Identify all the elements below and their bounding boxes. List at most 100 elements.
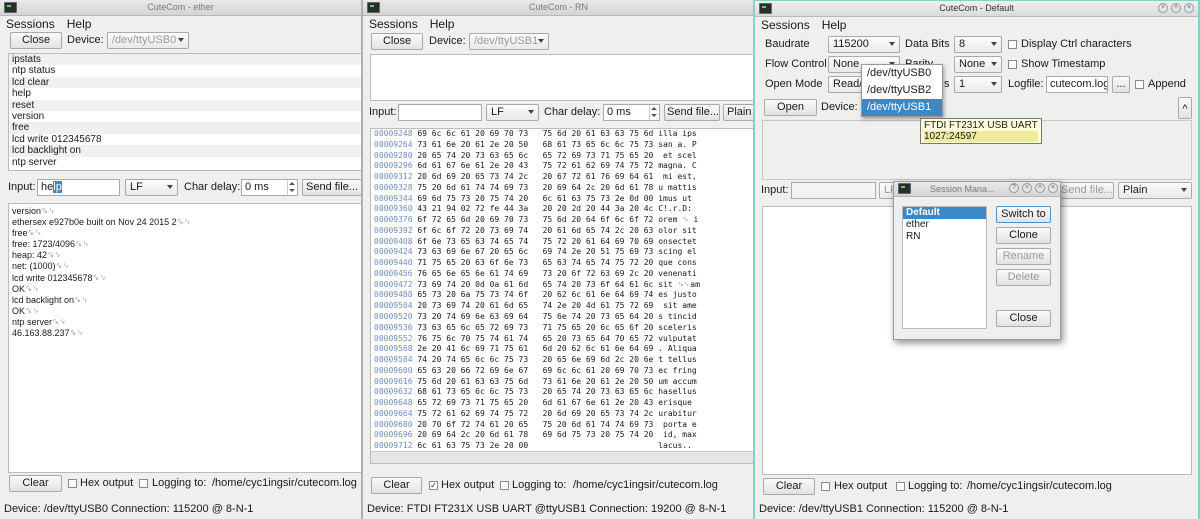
maximize-icon[interactable]: ˄ [1035, 183, 1045, 193]
command-history-list[interactable]: ipstats ntp status lcd clear help reset … [8, 53, 361, 171]
device-option-selected[interactable]: /dev/ttyUSB1 [862, 99, 942, 116]
hex-output-view[interactable]: 00009248 69 6c 6c 61 20 69 70 73 75 6d 2… [370, 128, 754, 464]
history-item[interactable]: ntp server [9, 157, 361, 168]
clone-button[interactable]: Clone [996, 227, 1051, 244]
send-file-button[interactable]: Send file... [664, 104, 720, 121]
history-item[interactable]: reset [9, 99, 361, 111]
device-combo[interactable]: /dev/ttyUSB1 [469, 33, 549, 50]
input-field[interactable] [398, 104, 482, 121]
session-item-selected[interactable]: Default [903, 207, 986, 219]
menu-sessions[interactable]: Sessions [369, 17, 418, 31]
output-terminal[interactable]: version␍␊ ethersex e927b0e built on Nov … [8, 203, 361, 473]
char-delay-spinbox[interactable]: 0 ms [241, 179, 298, 196]
history-item[interactable]: lcd clear [9, 76, 361, 89]
stop-bits-label: s [944, 78, 950, 90]
collapse-settings-button[interactable]: ^ [1178, 97, 1192, 119]
logfile-field[interactable]: cutecom.log [1046, 76, 1108, 93]
logging-to-label: Logging to: [512, 479, 567, 491]
input-field[interactable]: help [37, 179, 120, 196]
clear-button[interactable]: Clear [371, 477, 422, 494]
delete-button[interactable]: Delete [996, 269, 1051, 286]
minimize-icon[interactable]: ˅ [1158, 3, 1168, 13]
device-option[interactable]: /dev/ttyUSB2 [862, 82, 942, 99]
char-delay-spinbox[interactable]: 0 ms [603, 104, 660, 121]
clear-button[interactable]: Clear [763, 478, 815, 495]
minimize-icon[interactable]: ˅ [1022, 183, 1032, 193]
baudrate-combo[interactable]: 115200 [828, 36, 900, 53]
device-dropdown[interactable]: /dev/ttyUSB0 /dev/ttyUSB2 /dev/ttyUSB1 [861, 64, 943, 117]
menu-help[interactable]: Help [67, 17, 92, 31]
device-combo[interactable]: /dev/ttyUSB0 [107, 32, 189, 49]
chevron-down-icon [528, 110, 534, 114]
send-file-button[interactable]: Send file... [1058, 182, 1114, 199]
plain-combo[interactable]: Plain [723, 104, 754, 121]
output-line: version␍␊ [12, 206, 56, 216]
session-item[interactable]: ether [903, 219, 986, 231]
menu-help[interactable]: Help [822, 18, 847, 32]
dialog-close-button[interactable]: Close [996, 310, 1051, 327]
history-item[interactable]: version [9, 111, 361, 122]
titlebar-ether[interactable]: CuteCom - ether [0, 0, 361, 16]
char-delay-label: Char delay: [544, 106, 601, 118]
hex-row: 00009536 73 63 65 6c 65 72 69 73 71 75 6… [374, 322, 697, 332]
logging-checkbox[interactable] [139, 479, 148, 488]
menu-sessions[interactable]: Sessions [761, 18, 810, 32]
hex-row: 00009616 75 6d 20 61 63 63 75 6d 73 61 6… [374, 376, 697, 386]
history-item[interactable]: lcd backlight on [9, 145, 361, 157]
history-item[interactable]: ipstats [9, 54, 361, 66]
menubar: Sessions Help [369, 17, 463, 31]
rename-button[interactable]: Rename [996, 248, 1051, 265]
hex-row: 00009568 2e 20 41 6c 69 71 75 61 6d 20 6… [374, 344, 697, 354]
close-icon[interactable]: × [1184, 3, 1194, 13]
plain-combo[interactable]: Plain [1118, 182, 1192, 199]
session-item[interactable]: RN [903, 231, 986, 243]
output-line: heap: 42␍␊ [12, 250, 62, 261]
hex-output-checkbox[interactable] [821, 482, 830, 491]
menu-sessions[interactable]: Sessions [6, 17, 55, 31]
history-item[interactable]: ntp status [9, 65, 361, 76]
stop-bits-combo[interactable]: 1 [954, 76, 1002, 93]
history-item[interactable]: free [9, 122, 361, 134]
device-option[interactable]: /dev/ttyUSB0 [862, 65, 942, 82]
hex-row: 00009584 74 20 74 65 6c 6c 75 73 20 65 6… [374, 355, 697, 365]
logging-checkbox[interactable] [500, 481, 509, 490]
line-end-combo[interactable]: LF [486, 104, 539, 121]
spin-arrows-icon[interactable] [287, 180, 297, 195]
spin-arrows-icon[interactable] [649, 105, 659, 120]
line-end-combo[interactable]: LF [125, 179, 178, 196]
input-field[interactable] [791, 182, 876, 199]
show-timestamp-label: Show Timestamp [1021, 58, 1106, 70]
menu-help[interactable]: Help [430, 17, 455, 31]
close-button[interactable]: Close [10, 32, 62, 49]
close-button[interactable]: Close [371, 33, 423, 50]
switch-to-button[interactable]: Switch to [996, 206, 1051, 223]
show-timestamp-checkbox[interactable] [1008, 60, 1017, 69]
history-item[interactable]: lcd write 012345678 [9, 134, 361, 145]
flow-control-value: None [833, 58, 860, 70]
logging-checkbox[interactable] [896, 482, 905, 491]
help-icon[interactable]: ? [1009, 183, 1019, 193]
session-list[interactable]: Default ether RN [902, 206, 987, 329]
horizontal-scrollbar[interactable] [371, 451, 754, 463]
command-history-list[interactable] [370, 54, 754, 101]
titlebar-default[interactable]: CuteCom - Default ˅ ˄ × [755, 1, 1198, 17]
close-icon[interactable]: × [1048, 183, 1058, 193]
char-delay-value: 0 ms [245, 181, 269, 193]
browse-logfile-button[interactable]: ... [1112, 76, 1130, 93]
hex-row: 00009600 65 63 20 66 72 69 6e 67 69 6c 6… [374, 365, 697, 375]
hex-output-checkbox[interactable] [68, 479, 77, 488]
clear-button[interactable]: Clear [9, 475, 62, 492]
history-item[interactable]: help [9, 88, 361, 99]
window-rn: CuteCom - RN Sessions Help Close Device:… [362, 0, 754, 519]
data-bits-combo[interactable]: 8 [954, 36, 1002, 53]
hex-row: 00009328 75 20 6d 61 74 74 69 73 20 69 6… [374, 182, 697, 192]
parity-combo[interactable]: None [954, 56, 1002, 73]
send-file-button[interactable]: Send file... [302, 179, 361, 196]
titlebar-rn[interactable]: CuteCom - RN [363, 0, 754, 16]
maximize-icon[interactable]: ˄ [1171, 3, 1181, 13]
dialog-titlebar[interactable]: Session Mana... ? ˅ ˄ × [894, 182, 1060, 197]
append-checkbox[interactable] [1135, 80, 1144, 89]
hex-output-checkbox[interactable]: ✓ [429, 481, 438, 490]
open-button[interactable]: Open [764, 99, 817, 116]
display-ctrl-checkbox[interactable] [1008, 40, 1017, 49]
